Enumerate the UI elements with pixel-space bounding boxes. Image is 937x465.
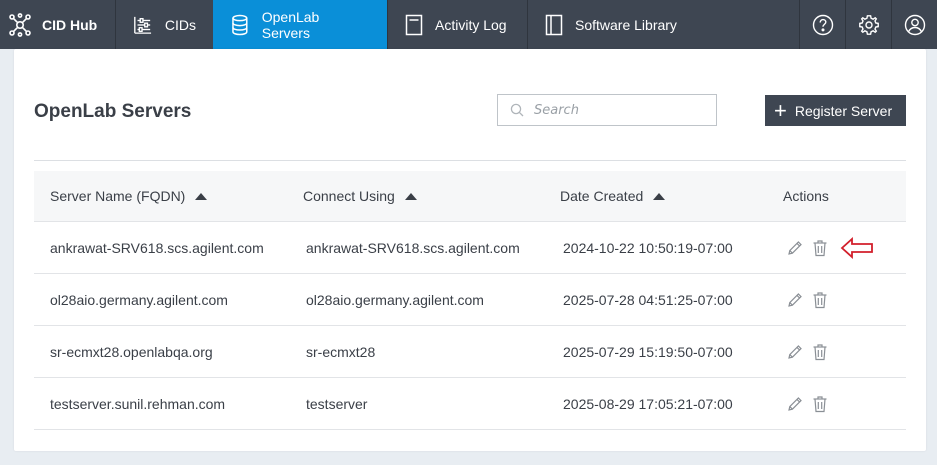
search-box[interactable] [497,94,717,126]
pencil-icon [788,344,802,359]
connect-using-cell: ol28aio.germany.agilent.com [306,291,484,308]
edit-button[interactable] [786,239,804,257]
database-icon [232,14,248,35]
table-row: ankrawat-SRV618.scs.agilent.com ankrawat… [34,222,906,274]
register-server-button[interactable]: + Register Server [765,95,906,126]
column-header-connect-using[interactable]: Connect Using [290,188,547,204]
cids-icon [134,16,152,34]
date-created-cell: 2025-07-29 15:19:50-07:00 [563,343,733,360]
delete-button[interactable] [812,291,828,309]
servers-table: Server Name (FQDN) Connect Using Date Cr… [34,171,906,430]
user-button[interactable] [891,0,937,49]
nav-item-openlab-servers-label: OpenLab Servers [261,8,320,41]
nav-item-software-library-label: Software Library [575,16,677,33]
column-label: Connect Using [303,188,395,204]
trash-icon [813,239,827,256]
column-header-actions: Actions [770,188,906,204]
document-icon [405,14,423,35]
help-button[interactable] [799,0,845,49]
connect-using-cell: testserver [306,395,368,412]
actions-cell [770,291,906,309]
trash-icon [813,291,827,308]
pencil-icon [788,240,802,255]
pencil-icon [788,396,802,411]
trash-icon [813,343,827,360]
table-header: Server Name (FQDN) Connect Using Date Cr… [34,171,906,222]
page-title: OpenLab Servers [34,101,192,122]
nav-item-cids-label: CIDs [164,16,196,33]
date-created-cell: 2025-08-29 17:05:21-07:00 [563,395,733,412]
column-label: Date Created [560,188,644,204]
sort-up-icon[interactable] [404,192,417,200]
plus-icon: + [774,97,787,123]
column-header-date-created[interactable]: Date Created [547,188,770,204]
nav-item-activity-log-label: Activity Log [435,16,507,33]
edit-button[interactable] [786,395,804,413]
column-header-server-name[interactable]: Server Name (FQDN) [34,188,290,204]
nav-item-software-library[interactable]: Software Library [527,0,707,49]
server-name-cell: sr-ecmxt28.openlabqa.org [50,343,213,360]
register-server-label: Register Server [794,102,893,119]
server-name-cell: ol28aio.germany.agilent.com [50,291,228,308]
table-row: sr-ecmxt28.openlabqa.org sr-ecmxt28 2025… [34,326,906,378]
nav-item-activity-log[interactable]: Activity Log [387,0,527,49]
table-row: ol28aio.germany.agilent.com ol28aio.germ… [34,274,906,326]
edit-button[interactable] [786,343,804,361]
header-divider [34,160,906,161]
settings-icon [858,14,879,35]
annotation-arrow-icon [840,236,874,259]
date-created-cell: 2024-10-22 10:50:19-07:00 [563,239,733,256]
sort-up-icon[interactable] [653,192,666,200]
brand[interactable]: CID Hub [0,0,115,49]
cid-hub-logo-icon [9,12,31,37]
actions-cell [770,395,906,413]
servers-card: OpenLab Servers + Register Server Server… [14,49,926,451]
sort-up-icon[interactable] [195,192,208,200]
search-icon [510,103,524,117]
actions-cell [770,343,906,361]
user-icon [904,14,925,35]
connect-using-cell: sr-ecmxt28 [306,343,376,360]
delete-button[interactable] [812,395,828,413]
table-row: testserver.sunil.rehman.com testserver 2… [34,378,906,430]
server-name-cell: testserver.sunil.rehman.com [50,395,226,412]
column-label: Actions [783,188,829,204]
actions-cell [770,236,906,259]
search-input[interactable] [534,102,694,118]
connect-using-cell: ankrawat-SRV618.scs.agilent.com [306,239,520,256]
delete-button[interactable] [812,343,828,361]
server-name-cell: ankrawat-SRV618.scs.agilent.com [50,239,264,256]
column-label: Server Name (FQDN) [50,188,186,204]
settings-button[interactable] [845,0,891,49]
date-created-cell: 2025-07-28 04:51:25-07:00 [563,291,733,308]
edit-button[interactable] [786,291,804,309]
delete-button[interactable] [812,239,828,257]
library-icon [545,14,563,35]
top-nav-bar: CID Hub CIDs OpenLab Servers Activity Lo… [0,0,937,49]
nav-item-openlab-servers[interactable]: OpenLab Servers [213,0,387,49]
help-icon [812,14,833,35]
pencil-icon [788,292,802,307]
trash-icon [813,395,827,412]
brand-label: CID Hub [42,16,98,33]
nav-item-cids[interactable]: CIDs [115,0,213,49]
